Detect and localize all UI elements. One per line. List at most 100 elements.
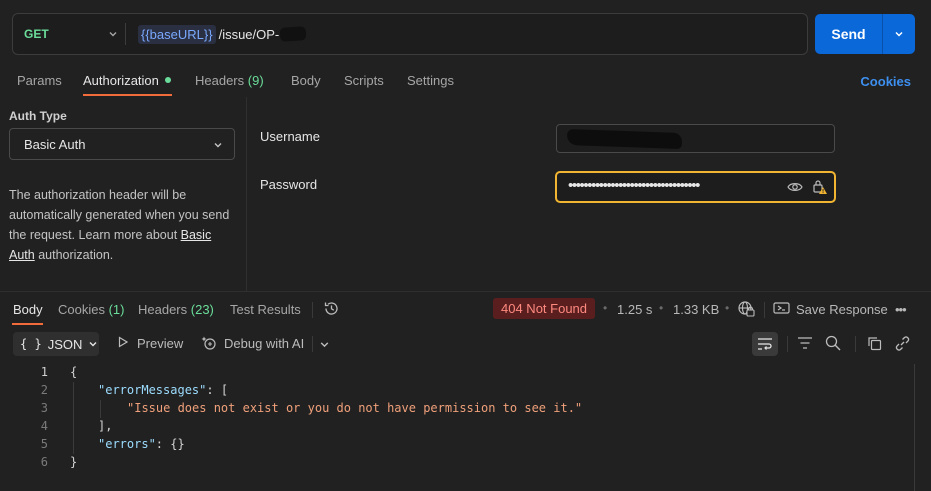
code-line: 1 { <box>0 365 900 383</box>
status-badge[interactable]: 404 Not Found <box>493 298 596 319</box>
line-number: 3 <box>40 401 48 415</box>
code-line: 5 "errors": {} <box>0 437 900 455</box>
tab-label: Headers <box>195 73 245 88</box>
code-line: 4 ], <box>0 419 900 437</box>
format-value: JSON <box>47 336 83 352</box>
separator-dot: • <box>659 301 664 315</box>
code-text: "errorMessages": [ <box>98 383 228 397</box>
copy-icon[interactable] <box>867 336 882 354</box>
auth-type-select[interactable]: Basic Auth <box>9 128 235 160</box>
save-response-button[interactable]: Save Response <box>796 302 888 317</box>
json-punct: : {} <box>155 437 185 451</box>
auth-description: The authorization header will be automat… <box>9 185 234 265</box>
save-response-icon[interactable] <box>773 300 791 319</box>
wrap-lines-button[interactable] <box>752 332 778 356</box>
auth-type-value: Basic Auth <box>24 136 86 152</box>
tab-scripts[interactable]: Scripts <box>344 73 384 88</box>
code-text: } <box>70 455 78 469</box>
history-icon[interactable] <box>323 300 340 320</box>
request-tabs: Params Authorization Headers (9) Body Sc… <box>0 68 931 96</box>
password-input[interactable]: •••••••••••••••••••••••••••••••••• <box>555 171 836 203</box>
response-size[interactable]: 1.33 KB <box>673 302 719 317</box>
tab-settings[interactable]: Settings <box>407 73 454 88</box>
url-variable[interactable]: {{baseURL}} <box>138 24 216 44</box>
tab-body[interactable]: Body <box>291 73 321 88</box>
send-button-group: Send <box>815 14 915 54</box>
line-number: 6 <box>40 455 48 469</box>
headers-count: (9) <box>247 73 264 88</box>
response-tab-body[interactable]: Body <box>13 302 43 317</box>
editor-scrollbar[interactable] <box>914 364 915 491</box>
json-string: "Issue does not exist or you do not have… <box>127 401 583 415</box>
redacted-scribble <box>279 26 307 42</box>
code-text: ], <box>98 419 113 433</box>
username-input[interactable] <box>556 124 835 153</box>
send-options-button[interactable] <box>883 28 915 40</box>
separator-dot: • <box>603 301 608 315</box>
url-divider <box>125 23 126 45</box>
tab-label: Authorization <box>83 73 159 88</box>
json-key: "errors" <box>98 437 156 451</box>
send-button[interactable]: Send <box>815 26 882 42</box>
response-body-editor[interactable]: 1 { 2 "errorMessages": [ 3 "Issue does n… <box>0 362 931 491</box>
indent-guide <box>73 382 74 454</box>
debug-with-ai-button[interactable]: Debug with AI <box>224 336 304 351</box>
format-select[interactable]: { } JSON <box>13 332 99 356</box>
json-key: "errorMessages" <box>98 383 207 397</box>
password-label: Password <box>260 177 318 192</box>
chevron-down-icon <box>895 31 903 37</box>
lock-warning-icon[interactable] <box>812 179 828 198</box>
password-mask: •••••••••••••••••••••••••••••••••• <box>568 177 700 194</box>
redacted-scribble <box>566 128 683 150</box>
method-label: GET <box>24 27 49 41</box>
divider <box>764 302 765 318</box>
cookies-count: (1) <box>108 302 125 317</box>
chevron-down-icon <box>212 139 224 154</box>
search-icon[interactable] <box>825 335 841 354</box>
auth-type-panel: Auth Type Basic Auth The authorization h… <box>0 97 247 291</box>
link-icon[interactable] <box>895 336 910 354</box>
json-punct: : [ <box>206 383 229 397</box>
tab-params[interactable]: Params <box>17 73 62 88</box>
more-options-icon[interactable]: ••• <box>895 302 907 317</box>
active-tab-indicator <box>83 94 172 96</box>
chevron-down-icon <box>88 337 98 352</box>
cookies-link[interactable]: Cookies <box>860 74 911 89</box>
active-dot-icon <box>164 77 171 83</box>
response-time[interactable]: 1.25 s <box>617 302 652 317</box>
eye-icon[interactable] <box>787 180 803 197</box>
indent-guide <box>100 400 101 418</box>
response-tab-cookies[interactable]: Cookies (1) <box>58 302 124 317</box>
code-text: { <box>70 365 78 379</box>
separator-dot: • <box>725 301 730 315</box>
response-tab-test-results[interactable]: Test Results <box>230 302 301 317</box>
code-line: 6 } <box>0 455 900 473</box>
divider <box>855 336 856 352</box>
username-label: Username <box>260 129 320 144</box>
wrap-icon <box>758 338 772 350</box>
auth-type-label: Auth Type <box>9 109 67 123</box>
method-select[interactable]: GET <box>13 14 125 54</box>
response-tab-headers[interactable]: Headers (23) <box>138 302 214 317</box>
tab-label: Cookies <box>58 302 105 317</box>
active-tab-indicator <box>12 323 43 325</box>
code-text: "errors": {} <box>98 437 185 451</box>
tab-headers[interactable]: Headers (9) <box>195 73 264 88</box>
play-icon <box>117 336 129 351</box>
divider <box>312 302 313 318</box>
braces-icon: { } <box>20 337 42 351</box>
line-number: 2 <box>40 383 48 397</box>
tab-authorization[interactable]: Authorization <box>83 73 171 88</box>
chevron-down-icon <box>107 28 119 43</box>
ai-debug-icon <box>201 335 217 354</box>
url-input[interactable]: {{baseURL}} /issue/OP- <box>138 24 307 44</box>
preview-button[interactable]: Preview <box>137 336 183 351</box>
chevron-down-icon[interactable] <box>319 338 330 353</box>
line-number: 1 <box>40 365 48 379</box>
tab-label: Headers <box>138 302 188 317</box>
url-path: /issue/OP- <box>218 26 280 42</box>
network-globe-icon[interactable] <box>737 300 755 321</box>
format-bar: { } JSON Preview Debug with AI <box>0 326 931 362</box>
filter-icon[interactable] <box>797 336 813 353</box>
url-bar: GET {{baseURL}} /issue/OP- <box>12 13 808 55</box>
